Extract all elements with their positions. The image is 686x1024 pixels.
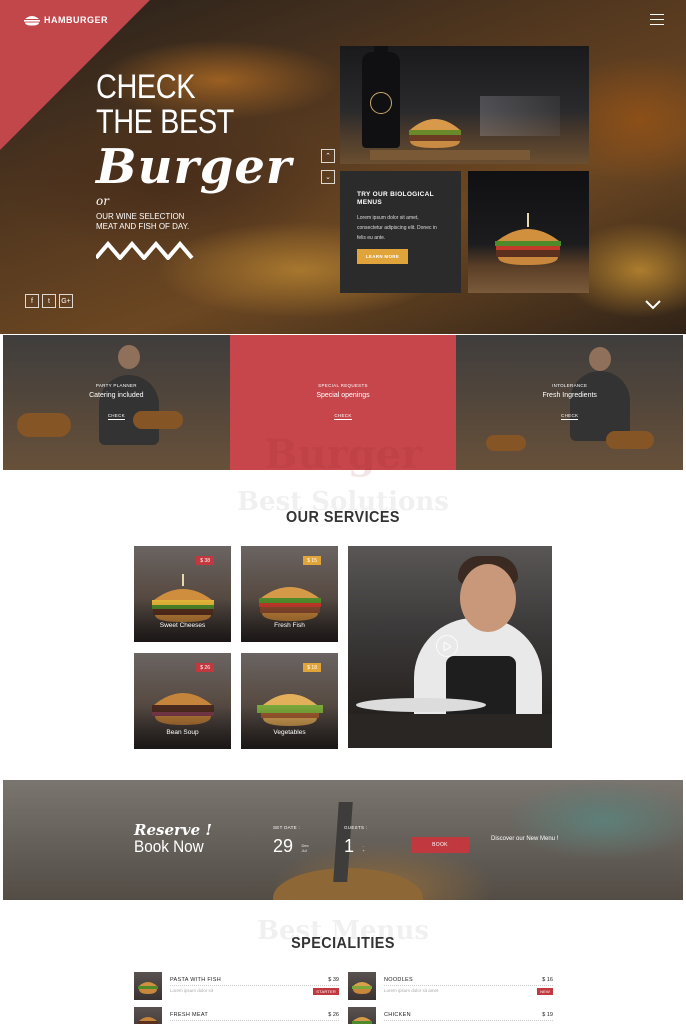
price-badge: $ 15 (303, 556, 321, 565)
services-ghost-top: Burger (263, 431, 423, 478)
learn-more-button[interactable]: LEARN MORE (357, 249, 408, 264)
menu-item[interactable]: NOODLES $ 16 Lorem ipsum dolor sit amet … (348, 972, 553, 1000)
hamburger-menu-icon[interactable] (650, 14, 664, 25)
menu-item-name: PASTA WITH FISH (170, 977, 222, 983)
menu-thumbnail (348, 972, 376, 1000)
brand-logo[interactable]: HAMBURGER (24, 14, 108, 26)
service-card[interactable]: $ 15 Fresh Fish (241, 546, 338, 642)
google-plus-icon[interactable]: G+ (59, 294, 73, 308)
menu-item[interactable]: PASTA WITH FISH $ 39 Lorem ipsum dolor s… (134, 972, 339, 1000)
menu-thumbnail (134, 1007, 162, 1024)
hero-line-2: THE BEST (96, 103, 234, 141)
promo-title: TRY OUR BIOLOGICAL MENUS (357, 191, 434, 206)
wine-burger-photo (340, 46, 589, 164)
menu-item-description: Lorem ipsum dolor sit amet (384, 988, 439, 993)
reserve-heading: Reserve ! Book Now (134, 822, 212, 856)
chevron-down-icon: ⌄ (325, 174, 331, 181)
guests-value: 1 (344, 836, 355, 856)
menu-item-name: FRESH MEAT (170, 1012, 209, 1018)
guests-picker[interactable]: GUESTS : 1 - + (344, 825, 367, 857)
menu-item-price: $ 19 (542, 1012, 553, 1018)
price-badge: $ 26 (196, 663, 214, 672)
slider-prev-button[interactable]: ⌃ (321, 149, 335, 163)
facebook-icon[interactable]: f (25, 294, 39, 308)
feature-title: Fresh Ingredients (542, 392, 597, 399)
discover-menu-link[interactable]: Discover our New Menu ! (491, 836, 561, 843)
menu-item-badge: NEW (537, 988, 553, 995)
hero-headline: CHECK THE BEST Burger or OUR WINE SELECT… (96, 70, 292, 232)
date-label: SET DATE : (273, 825, 301, 830)
reservation-banner: Reserve ! Book Now SET DATE : 29 Dec Jul … (3, 780, 683, 900)
date-picker[interactable]: SET DATE : 29 Dec Jul (273, 825, 309, 857)
chef-video[interactable] (348, 546, 552, 748)
feature-check-link[interactable]: CHECK (334, 413, 352, 420)
date-day: 29 (273, 836, 294, 856)
specialities-title: SPECIALITIES (291, 935, 395, 952)
guests-stepper[interactable]: - + (362, 843, 364, 853)
zigzag-divider-icon (96, 240, 194, 260)
reserve-text: Reserve ! (134, 821, 212, 839)
services-title: OUR SERVICES (286, 509, 400, 526)
burger-photo (468, 171, 589, 293)
service-card[interactable]: $ 18 Vegetables (241, 653, 338, 749)
menu-item-name: CHICKEN (384, 1012, 411, 1018)
feature-eyebrow: SPECIAL REQUESTS (318, 383, 368, 388)
scroll-down-chevron-icon[interactable] (645, 300, 661, 310)
menu-item[interactable]: CHICKEN $ 19 (348, 1007, 553, 1024)
menu-thumbnail (134, 972, 162, 1000)
menu-item-name: NOODLES (384, 977, 413, 983)
menu-item-badge: STARTER (313, 988, 339, 995)
burger-logo-icon (24, 16, 40, 26)
service-name: Fresh Fish (274, 622, 305, 629)
book-now-text: Book Now (134, 837, 204, 856)
date-stepper[interactable]: Dec Jul (301, 843, 308, 853)
brand-name: HAMBURGER (44, 15, 108, 25)
twitter-icon[interactable]: t (42, 294, 56, 308)
menu-item[interactable]: FRESH MEAT $ 26 (134, 1007, 339, 1024)
hero-or: or (96, 194, 109, 208)
promo-card: TRY OUR BIOLOGICAL MENUS Lorem ipsum dol… (340, 171, 461, 293)
price-badge: $ 38 (196, 556, 214, 565)
feature-check-link[interactable]: CHECK (561, 413, 579, 420)
slider-next-button[interactable]: ⌄ (321, 170, 335, 184)
feature-title: Special openings (316, 392, 370, 399)
menu-item-price: $ 16 (542, 977, 553, 983)
price-badge: $ 18 (303, 663, 321, 672)
menu-item-price: $ 39 (328, 977, 339, 983)
feature-eyebrow: PARTY PLANNER (95, 383, 137, 388)
feature-title: Catering included (89, 392, 144, 399)
chevron-up-icon: ⌃ (325, 153, 331, 160)
feature-eyebrow: INTOLERANCE (552, 383, 588, 388)
hero-section: HAMBURGER CHECK THE BEST Burger or OUR W… (0, 0, 686, 334)
social-links: f t G+ (25, 294, 73, 308)
menu-item-price: $ 26 (328, 1012, 339, 1018)
service-name: Sweet Cheeses (159, 622, 206, 629)
guests-label: GUESTS : (344, 825, 368, 830)
hero-script-word: Burger (96, 139, 293, 195)
book-button[interactable]: BOOK (411, 837, 469, 853)
service-name: Vegetables (273, 729, 306, 736)
promo-text: Lorem ipsum dolor sit amet, consectetur … (357, 215, 437, 241)
menu-thumbnail (348, 1007, 376, 1024)
service-card[interactable]: $ 38 Sweet Cheeses (134, 546, 231, 642)
hero-line-1: CHECK (96, 68, 196, 106)
service-name: Bean Soup (166, 729, 199, 736)
hero-subtitle: OUR WINE SELECTION MEAT AND FISH OF DAY. (96, 212, 190, 231)
play-icon[interactable] (436, 635, 458, 657)
menu-item-description: Lorem ipsum dolor sit (170, 988, 214, 993)
feature-check-link[interactable]: CHECK (107, 413, 125, 420)
service-card[interactable]: $ 26 Bean Soup (134, 653, 231, 749)
